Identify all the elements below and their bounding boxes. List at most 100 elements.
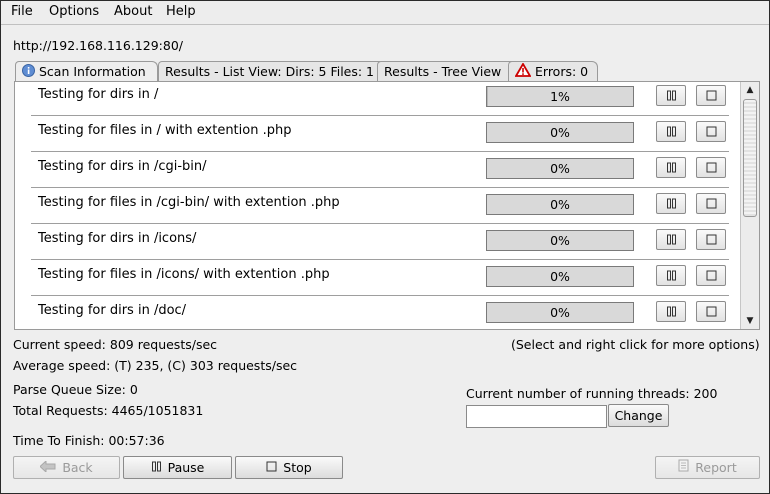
scrollbar-thumb[interactable] <box>743 99 757 217</box>
average-speed: Average speed: (T) 235, (C) 303 requests… <box>13 358 298 373</box>
task-pause-button[interactable] <box>656 229 686 250</box>
current-speed: Current speed: 809 requests/sec <box>13 337 218 352</box>
task-progress-text: 0% <box>550 269 570 284</box>
task-stop-button[interactable] <box>696 157 726 178</box>
time-to-finish: Time To Finish: 00:57:36 <box>13 433 165 448</box>
task-label: Testing for dirs in /doc/ <box>38 303 187 318</box>
task-stop-button[interactable] <box>696 265 726 286</box>
tab-results-list-view[interactable]: Results - List View: Dirs: 5 Files: 1 <box>158 61 385 82</box>
tab-label: Results - List View: Dirs: 5 Files: 1 <box>165 64 375 79</box>
parse-queue-size: Parse Queue Size: 0 <box>13 382 138 397</box>
menu-about[interactable]: About <box>114 4 152 19</box>
task-label: Testing for files in /icons/ with extent… <box>38 267 330 282</box>
tab-label: Scan Information <box>39 64 146 79</box>
pause-icon <box>666 270 676 280</box>
stop-icon <box>706 306 716 316</box>
tab-label: Results - Tree View <box>384 64 502 79</box>
warning-icon <box>514 61 532 83</box>
task-pause-button[interactable] <box>656 265 686 286</box>
task-stop-button[interactable] <box>696 85 726 106</box>
scan-task-row[interactable]: Testing for dirs in /cgi-bin/0% <box>15 152 739 188</box>
task-progress-text: 0% <box>550 233 570 248</box>
scan-task-row[interactable]: Testing for files in / with extention .p… <box>15 116 739 152</box>
stop-icon <box>706 90 716 100</box>
hint-text: (Select and right click for more options… <box>511 337 760 352</box>
total-requests: Total Requests: 4465/1051831 <box>13 403 204 418</box>
back-label: Back <box>62 460 93 475</box>
scan-task-row[interactable]: Testing for dirs in / 1% <box>15 82 739 116</box>
pause-icon <box>666 198 676 208</box>
report-document-icon <box>678 457 689 478</box>
task-progress-bar: 1% <box>486 86 634 107</box>
scan-task-row[interactable]: Testing for files in /icons/ with extent… <box>15 260 739 296</box>
task-pause-button[interactable] <box>656 193 686 214</box>
report-button[interactable]: Report <box>655 456 760 479</box>
scan-task-list: Testing for dirs in / 1% Testing for files… <box>15 82 739 329</box>
stop-icon <box>706 234 716 244</box>
stop-label: Stop <box>283 460 312 475</box>
task-pause-button[interactable] <box>656 85 686 106</box>
scan-task-row[interactable]: Testing for files in /cgi-bin/ with exte… <box>15 188 739 224</box>
report-label: Report <box>695 460 737 475</box>
stop-icon <box>706 126 716 136</box>
tab-scan-information[interactable]: Scan Information <box>15 61 158 83</box>
task-progress-bar: 0% <box>486 266 634 287</box>
task-progress-bar: 0% <box>486 122 634 143</box>
task-progress-text: 1% <box>550 89 570 104</box>
menu-file[interactable]: File <box>11 4 33 19</box>
pause-icon <box>666 90 676 100</box>
task-label: Testing for dirs in /cgi-bin/ <box>38 159 207 174</box>
task-progress-bar: 0% <box>486 194 634 215</box>
task-pause-button[interactable] <box>656 121 686 142</box>
app-window: File Options About Help http://192.168.1… <box>0 0 770 494</box>
task-stop-button[interactable] <box>696 229 726 250</box>
task-progress-bar: 0% <box>486 158 634 179</box>
pause-icon <box>151 457 162 478</box>
task-label: Testing for files in / with extention .p… <box>38 123 292 138</box>
back-button[interactable]: Back <box>13 456 120 479</box>
menu-help[interactable]: Help <box>166 4 196 19</box>
stop-button[interactable]: Stop <box>235 456 343 479</box>
change-button[interactable]: Change <box>608 404 669 427</box>
task-progress-text: 0% <box>550 305 570 320</box>
stop-icon <box>706 198 716 208</box>
pause-label: Pause <box>167 460 205 475</box>
tab-errors[interactable]: Errors: 0 <box>508 61 598 82</box>
scroll-down-arrow-icon[interactable]: ▼ <box>743 315 757 327</box>
running-threads: Current number of running threads: 200 <box>466 386 718 401</box>
info-icon <box>22 63 35 83</box>
vertical-scrollbar[interactable]: ▲ ▼ <box>740 82 759 329</box>
tab-label: Errors: 0 <box>535 64 589 79</box>
task-stop-button[interactable] <box>696 121 726 142</box>
pause-icon <box>666 234 676 244</box>
task-pause-button[interactable] <box>656 157 686 178</box>
task-label: Testing for dirs in / <box>38 87 159 102</box>
task-progress-fill <box>487 87 489 106</box>
menu-bar: File Options About Help <box>1 1 769 25</box>
task-pause-button[interactable] <box>656 301 686 322</box>
task-stop-button[interactable] <box>696 301 726 322</box>
task-progress-bar: 0% <box>486 302 634 323</box>
task-progress-text: 0% <box>550 161 570 176</box>
stop-icon <box>706 270 716 280</box>
scroll-up-arrow-icon[interactable]: ▲ <box>743 84 757 96</box>
menu-options[interactable]: Options <box>49 4 99 19</box>
task-progress-text: 0% <box>550 125 570 140</box>
scan-task-row[interactable]: Testing for dirs in /icons/0% <box>15 224 739 260</box>
scan-task-row[interactable]: Testing for dirs in /doc/0% <box>15 296 739 329</box>
scan-list-panel: Testing for dirs in / 1% Testing for files… <box>14 81 760 330</box>
pause-icon <box>666 306 676 316</box>
task-progress-bar: 0% <box>486 230 634 251</box>
task-label: Testing for dirs in /icons/ <box>38 231 197 246</box>
target-url: http://192.168.116.129:80/ <box>13 38 183 53</box>
task-stop-button[interactable] <box>696 193 726 214</box>
stop-icon <box>266 457 277 478</box>
pause-icon <box>666 162 676 172</box>
pause-button[interactable]: Pause <box>123 456 232 479</box>
pause-icon <box>666 126 676 136</box>
stop-icon <box>706 162 716 172</box>
task-label: Testing for files in /cgi-bin/ with exte… <box>38 195 340 210</box>
threads-input[interactable] <box>466 405 607 428</box>
back-arrow-icon <box>39 457 56 478</box>
tab-results-tree-view[interactable]: Results - Tree View <box>377 61 521 82</box>
